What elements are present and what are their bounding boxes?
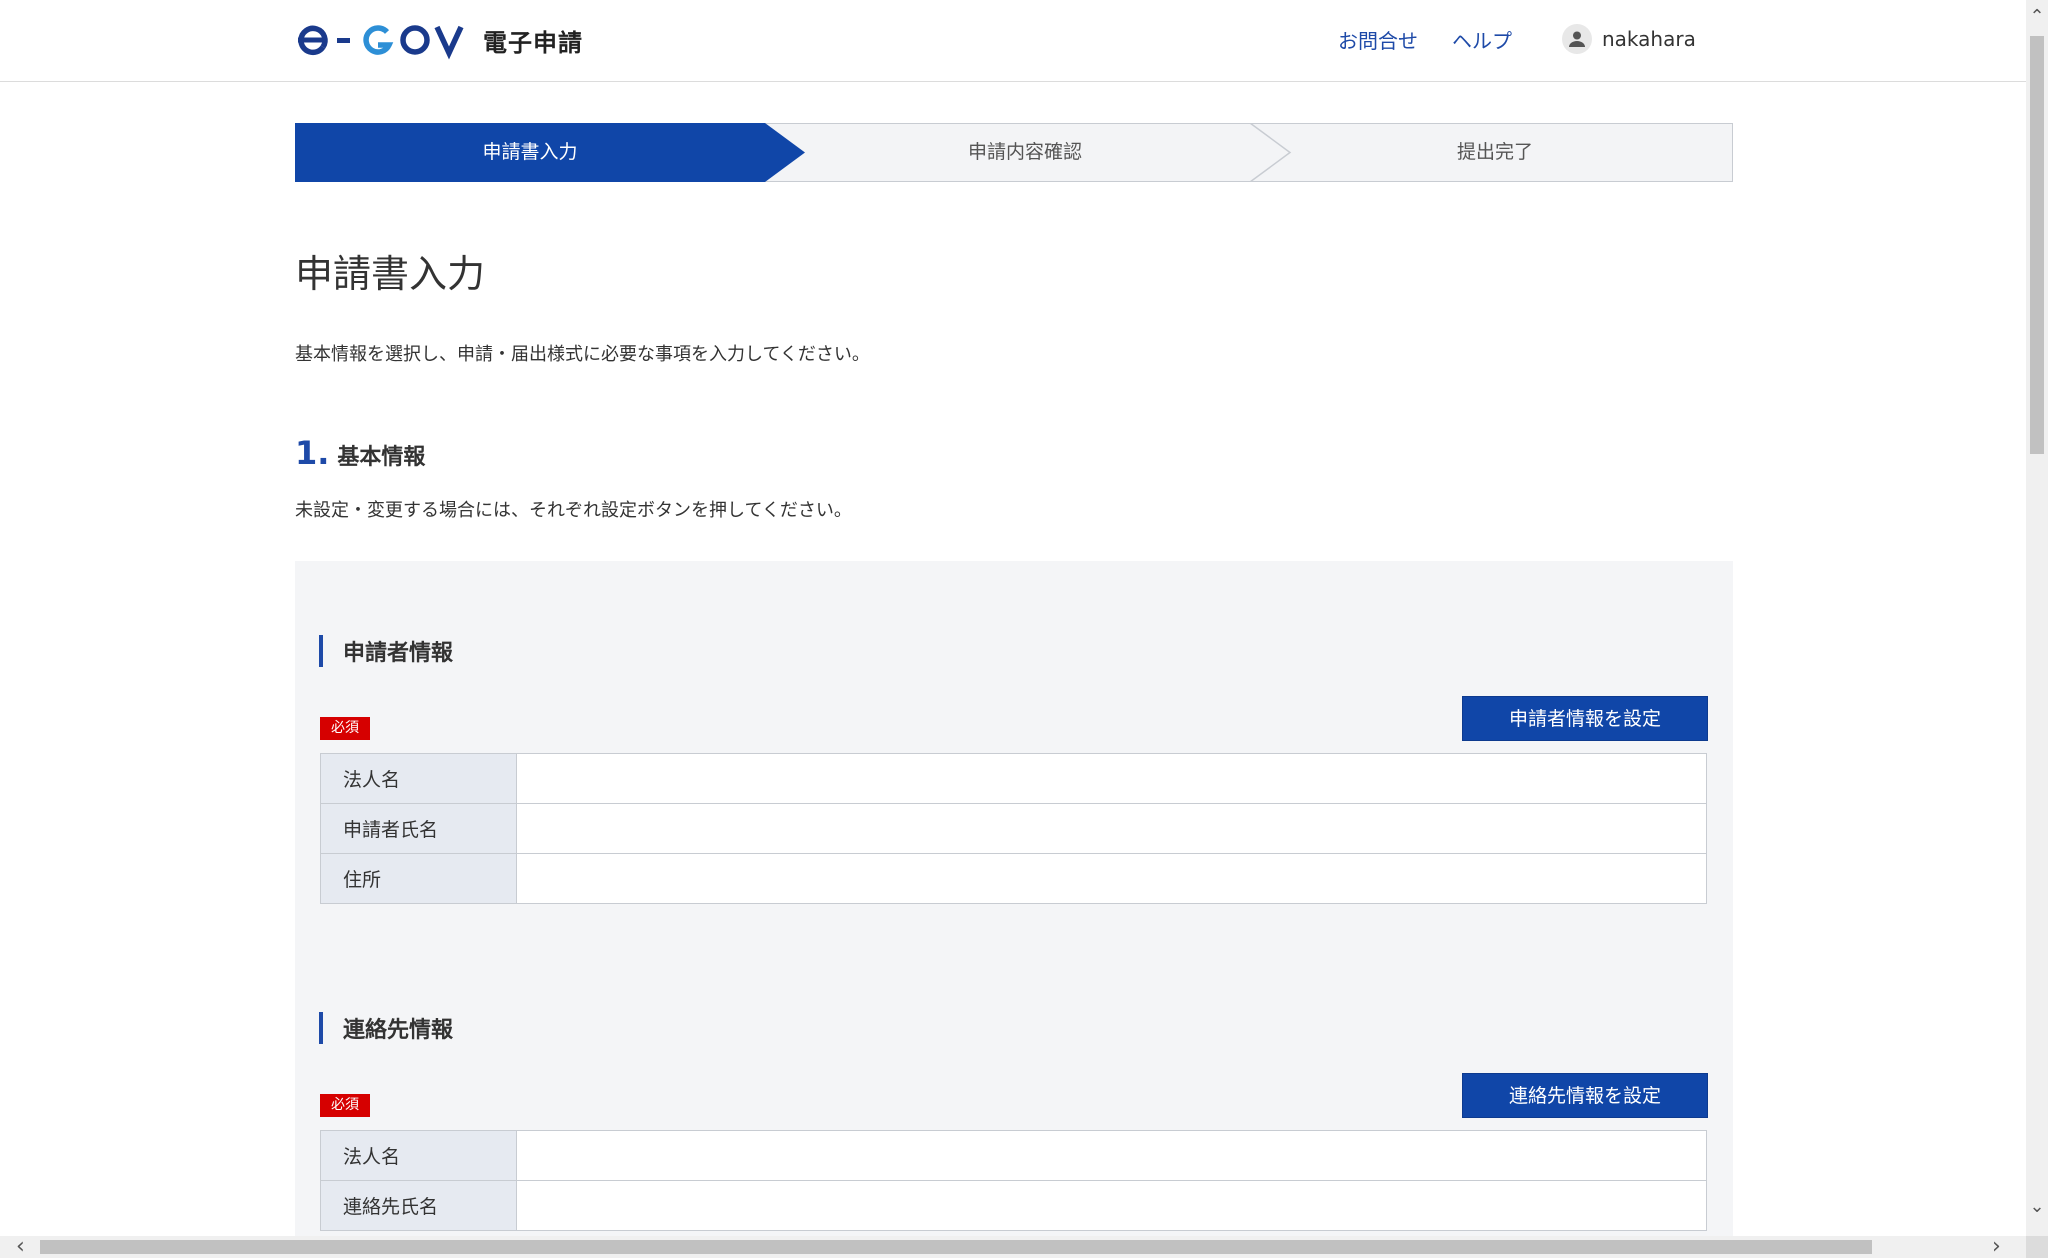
- row-label-corporate-name: 法人名: [320, 1130, 517, 1181]
- scroll-right-icon[interactable]: ›: [1992, 1234, 2001, 1258]
- required-badge: 必須: [320, 1094, 370, 1117]
- contact-link[interactable]: お問合せ: [1338, 25, 1418, 54]
- table-row: 申請者氏名: [320, 803, 1707, 854]
- vertical-scrollbar[interactable]: ⌃ ⌄: [2026, 0, 2048, 1236]
- table-row: 法人名: [320, 1130, 1707, 1181]
- set-applicant-info-button[interactable]: 申請者情報を設定: [1462, 696, 1708, 741]
- row-value-applicant-name: [516, 803, 1707, 854]
- table-row: 連絡先氏名: [320, 1180, 1707, 1231]
- help-link[interactable]: ヘルプ: [1452, 25, 1512, 54]
- heading-bar: [319, 1012, 323, 1044]
- egov-logo-icon: [295, 20, 471, 60]
- service-name: 電子申請: [483, 28, 583, 57]
- vertical-scroll-thumb[interactable]: [2030, 36, 2044, 454]
- row-value-contact-name: [516, 1180, 1707, 1231]
- row-label-applicant-name: 申請者氏名: [320, 803, 517, 854]
- site-header: 電子申請 お問合せ ヘルプ nakahara: [0, 0, 2026, 82]
- required-badge: 必須: [320, 717, 370, 740]
- progress-steps: 申請書入力 申請内容確認 提出完了: [295, 123, 1733, 182]
- row-value-address: [516, 853, 1707, 904]
- horizontal-scrollbar[interactable]: ‹ ›: [0, 1234, 2026, 1258]
- contact-info-heading: 連絡先情報: [319, 1012, 453, 1044]
- applicant-info-table: 法人名 申請者氏名 住所: [320, 753, 1707, 904]
- set-contact-info-button[interactable]: 連絡先情報を設定: [1462, 1073, 1708, 1118]
- user-menu[interactable]: nakahara: [1562, 24, 1696, 54]
- section-number: 1.: [295, 434, 330, 472]
- section-description: 未設定・変更する場合には、それぞれ設定ボタンを押してください。: [295, 500, 852, 521]
- step-confirm: 申請内容確認: [967, 141, 1082, 163]
- row-value-corporate-name: [516, 753, 1707, 804]
- step-application-input: 申請書入力: [482, 141, 578, 163]
- row-label-contact-name: 連絡先氏名: [320, 1180, 517, 1231]
- scrollbar-corner: [2026, 1236, 2048, 1258]
- logo[interactable]: 電子申請: [295, 20, 583, 60]
- row-value-corporate-name: [516, 1130, 1707, 1181]
- step-complete: 提出完了: [1456, 141, 1533, 163]
- page-title: 申請書入力: [295, 252, 486, 296]
- contact-info-title: 連絡先情報: [343, 1018, 454, 1043]
- user-icon: [1562, 24, 1592, 54]
- horizontal-scroll-thumb[interactable]: [40, 1240, 1872, 1254]
- header-nav: お問合せ ヘルプ nakahara: [1338, 24, 1696, 54]
- table-row: 住所: [320, 853, 1707, 904]
- page-description: 基本情報を選択し、申請・届出様式に必要な事項を入力してください。: [295, 344, 870, 365]
- scroll-up-icon[interactable]: ⌃: [2026, 6, 2048, 27]
- user-name: nakahara: [1602, 27, 1696, 51]
- row-label-corporate-name: 法人名: [320, 753, 517, 804]
- section-basic-info-heading: 1. 基本情報: [295, 434, 425, 472]
- heading-bar: [319, 635, 323, 667]
- scroll-left-icon[interactable]: ‹: [16, 1234, 25, 1258]
- table-row: 法人名: [320, 753, 1707, 804]
- contact-info-table: 法人名 連絡先氏名: [320, 1130, 1707, 1231]
- section-title: 基本情報: [337, 445, 426, 470]
- scroll-down-icon[interactable]: ⌄: [2026, 1196, 2048, 1217]
- applicant-info-title: 申請者情報: [343, 641, 454, 666]
- applicant-info-heading: 申請者情報: [319, 635, 453, 667]
- row-label-address: 住所: [320, 853, 517, 904]
